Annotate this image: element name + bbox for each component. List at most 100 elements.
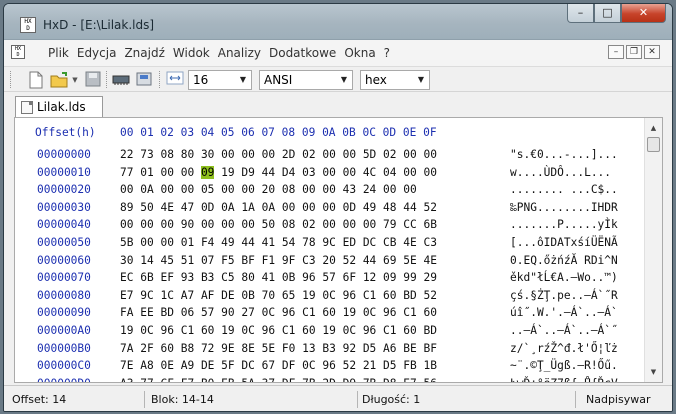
scroll-down-icon[interactable]: ▼ (646, 364, 661, 380)
hex-byte[interactable]: 0D (201, 201, 214, 214)
hex-byte[interactable]: 6F (343, 271, 356, 284)
row-bytes[interactable]: 22 73 08 80 30 00 00 00 2D 02 00 00 5D 0… (120, 148, 437, 161)
row-bytes[interactable]: 5B 00 00 01 F4 49 44 41 54 78 9C ED DC C… (120, 236, 437, 249)
close-button[interactable]: ✕ (621, 4, 666, 23)
toolbar-grip-2[interactable] (106, 71, 109, 88)
document-menu-icon[interactable]: HX D (11, 45, 25, 59)
hex-byte[interactable]: F7 (181, 377, 194, 382)
hex-byte[interactable]: 49 (221, 236, 234, 249)
hex-byte[interactable]: DF (282, 359, 295, 372)
hex-byte[interactable]: 09 (200, 165, 215, 179)
hex-byte[interactable]: 00 (241, 183, 254, 196)
hex-byte[interactable]: 48 (383, 201, 396, 214)
row-ascii[interactable]: ........ ...C$.. (510, 183, 618, 196)
hex-byte[interactable]: 29 (424, 271, 437, 284)
hex-byte[interactable]: 57 (322, 271, 335, 284)
hex-byte[interactable]: BF (424, 342, 437, 355)
hex-byte[interactable]: BE (403, 342, 416, 355)
hex-byte[interactable]: 02 (302, 218, 315, 231)
hex-byte[interactable]: 99 (403, 271, 416, 284)
hex-byte[interactable]: C3 (302, 254, 315, 267)
menu-item[interactable]: Edycja (73, 46, 121, 60)
hex-byte[interactable]: 7B (302, 377, 315, 382)
hex-byte[interactable]: 7A (120, 342, 133, 355)
menu-item[interactable]: Znajdź (120, 46, 168, 60)
menu-item[interactable]: Widok (169, 46, 214, 60)
hex-byte[interactable]: DE (221, 289, 234, 302)
hex-byte[interactable]: 5D (363, 148, 376, 161)
charset-select[interactable]: ANSI ▼ (259, 70, 353, 90)
hex-byte[interactable]: 96 (343, 289, 356, 302)
toolbar-grip-3[interactable] (159, 71, 162, 88)
hex-byte[interactable]: 24 (363, 183, 376, 196)
hex-byte[interactable]: 0C (343, 324, 356, 337)
hex-byte[interactable]: 2F (140, 342, 153, 355)
hex-byte[interactable]: C1 (383, 324, 396, 337)
hex-byte[interactable]: 69 (383, 254, 396, 267)
hex-byte[interactable]: F5 (221, 254, 234, 267)
hex-byte[interactable]: 00 (120, 218, 133, 231)
hex-byte[interactable]: B3 (201, 271, 214, 284)
hex-byte[interactable]: 80 (241, 271, 254, 284)
hex-byte[interactable]: 77 (120, 166, 133, 179)
hex-byte[interactable]: CF (160, 377, 173, 382)
hex-byte[interactable]: 0A (140, 183, 153, 196)
hex-byte[interactable]: 1A (241, 201, 254, 214)
hex-byte[interactable]: D5 (363, 342, 376, 355)
hex-byte[interactable]: 96 (160, 324, 173, 337)
hex-byte[interactable]: A9 (181, 359, 194, 372)
hex-byte[interactable]: D5 (383, 359, 396, 372)
hex-byte[interactable]: 00 (322, 148, 335, 161)
hex-byte[interactable]: 30 (120, 254, 133, 267)
hex-byte[interactable]: 60 (160, 342, 173, 355)
hex-byte[interactable]: C1 (282, 324, 295, 337)
hex-byte[interactable]: 19 (343, 306, 356, 319)
hex-byte[interactable]: 4E (403, 236, 416, 249)
scroll-up-icon[interactable]: ▲ (646, 120, 661, 136)
hex-editor[interactable]: Offset(h) 00 01 02 03 04 05 06 07 08 09 … (14, 117, 663, 383)
hex-byte[interactable]: 9C (140, 289, 153, 302)
hex-byte[interactable]: 90 (221, 306, 234, 319)
hex-byte[interactable]: 00 (322, 166, 335, 179)
hex-byte[interactable]: 1B (424, 359, 437, 372)
hex-byte[interactable]: 00 (302, 183, 315, 196)
menu-item[interactable]: Analizy (214, 46, 265, 60)
hex-byte[interactable]: 00 (160, 218, 173, 231)
maximize-button[interactable]: □ (594, 4, 621, 23)
mdi-restore-button[interactable]: ❐ (626, 45, 642, 59)
hex-byte[interactable]: C3 (424, 236, 437, 249)
row-bytes[interactable]: 19 0C 96 C1 60 19 0C 96 C1 60 19 0C 96 C… (120, 324, 437, 337)
hex-byte[interactable]: 5B (120, 236, 133, 249)
hex-byte[interactable]: 00 (201, 218, 214, 231)
hex-byte[interactable]: C1 (181, 324, 194, 337)
hex-byte[interactable]: 0A (221, 201, 234, 214)
hex-byte[interactable]: DE (201, 359, 214, 372)
hex-byte[interactable]: D8 (383, 377, 396, 382)
hex-byte[interactable]: 6B (424, 218, 437, 231)
hex-byte[interactable]: EE (140, 306, 153, 319)
hex-byte[interactable]: 5E (403, 254, 416, 267)
hex-byte[interactable]: 60 (322, 306, 335, 319)
hex-byte[interactable]: 60 (302, 324, 315, 337)
hex-byte[interactable]: 00 (282, 201, 295, 214)
hex-byte[interactable]: 93 (181, 271, 194, 284)
minimize-button[interactable]: – (567, 4, 594, 23)
hex-byte[interactable]: 60 (424, 306, 437, 319)
hex-byte[interactable]: 5F (221, 359, 234, 372)
hex-byte[interactable]: 96 (302, 271, 315, 284)
hex-byte[interactable]: 47 (181, 201, 194, 214)
hex-byte[interactable]: 01 (140, 166, 153, 179)
mdi-minimize-button[interactable]: – (608, 45, 624, 59)
hex-byte[interactable]: 19 (302, 289, 315, 302)
hex-byte[interactable]: 9F (282, 254, 295, 267)
hex-byte[interactable]: EF (160, 271, 173, 284)
row-bytes[interactable]: 00 0A 00 00 05 00 00 20 08 00 00 43 24 0… (120, 183, 424, 196)
hex-byte[interactable]: 9C (322, 236, 335, 249)
hex-byte[interactable]: 20 (262, 183, 275, 196)
hex-byte[interactable]: ED (343, 236, 356, 249)
row-bytes[interactable]: 7A 2F 60 B8 72 9E 8E 5E F0 13 B3 92 D5 A… (120, 342, 437, 355)
row-bytes[interactable]: 00 00 00 90 00 00 00 50 08 02 00 00 00 7… (120, 218, 437, 231)
ram-chip-icon[interactable] (112, 71, 130, 89)
hex-byte[interactable]: 0B (241, 289, 254, 302)
hex-byte[interactable]: 0E (160, 359, 173, 372)
